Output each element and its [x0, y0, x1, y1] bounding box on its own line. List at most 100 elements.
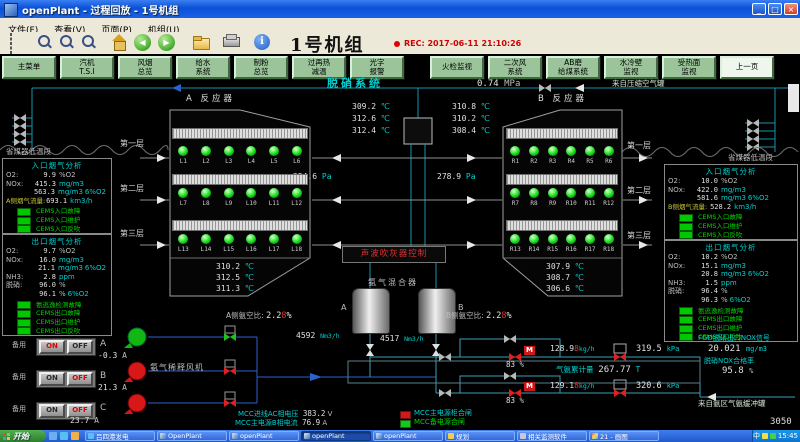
page-number: 3050: [770, 418, 792, 428]
line2-flow: 129.18: [550, 381, 579, 390]
mixer-tank-a: [352, 288, 390, 334]
layer-lamp-indicator: [548, 146, 558, 156]
mixer-flow-b: 4517: [380, 334, 399, 343]
sootblower-control-button[interactable]: 声波吹灰器控制: [342, 246, 446, 263]
layer-lamp-indicator: [246, 188, 256, 198]
layer-labels-right: 第一层第二层第三层: [627, 142, 651, 277]
motor-valve-b-icon[interactable]: M: [524, 382, 535, 391]
fan-b-onoff[interactable]: ONOFF: [36, 370, 96, 388]
layer-lamp-indicator: [292, 234, 302, 244]
taskbar-task[interactable]: 吕四港发电: [85, 431, 155, 441]
start-button[interactable]: 开始: [0, 430, 46, 442]
cems-status: CEMS出口反吹: [3, 327, 111, 336]
catalyst-layer: [172, 128, 308, 139]
task-icon: [88, 433, 94, 439]
quick-launch-ie-icon[interactable]: [60, 432, 68, 440]
layer-lamp-indicator: [201, 146, 211, 156]
cems-a-outlet-panel: 出口烟气分析 O2:9.7%O2 NOx:16.0mg/m3 21.1mg/m3…: [2, 234, 112, 336]
taskbar-task[interactable]: 21 - 画图: [589, 431, 659, 441]
layer-lamp-indicator: [510, 234, 520, 244]
catalyst-layer: [506, 174, 618, 185]
catalyst-layer: [506, 220, 618, 231]
layer-lamp-indicator: [566, 146, 576, 156]
layer-lamp-indicator: [292, 146, 302, 156]
layer-lamp-indicator: [529, 146, 539, 156]
reactor-b-inlet-temps: 310.8 ℃310.2 ℃308.4 ℃: [452, 103, 490, 139]
taskbar-task[interactable]: openPlant: [229, 431, 299, 441]
taskbar-task[interactable]: OpenPlant: [157, 431, 227, 441]
cems-status: CEMS入口反吹: [3, 225, 111, 234]
cems-status: CEMS出口维护: [665, 324, 797, 333]
catalyst-layer: [506, 128, 618, 139]
fan-b-id: B: [100, 372, 106, 382]
fgd-rate-label: 脱硝NOX合格率: [704, 358, 754, 366]
lamp-row-b1: R1R2R3R4R5R6: [506, 146, 618, 165]
mcc-backup-status-square: [400, 420, 411, 428]
taskbar-task[interactable]: 规划: [445, 431, 515, 441]
system-tray: 中 15:45: [752, 430, 800, 442]
mixer-flow-a: 4592: [296, 331, 315, 340]
task-icon: [448, 433, 454, 439]
layer-lamp-indicator: [269, 188, 279, 198]
fan-a-current: -0.3: [98, 351, 117, 360]
layer-lamp-indicator: [585, 146, 595, 156]
layer-lamp-indicator: [548, 188, 558, 198]
reactor-a-outlet-temps: 310.2 ℃312.5 ℃311.3 ℃: [216, 263, 254, 296]
taskbar-task[interactable]: 相关监测软件: [517, 431, 587, 441]
quick-launch-desktop-icon[interactable]: [49, 432, 57, 440]
layer-lamp-indicator: [566, 188, 576, 198]
quick-launch-folder-icon[interactable]: [71, 432, 79, 440]
valve-b-position: 83: [506, 396, 515, 405]
layer-lamp-indicator: [269, 146, 279, 156]
line1-pressure: 319.5: [636, 344, 662, 354]
layer-lamp-indicator: [604, 188, 614, 198]
lamp-row-b2: R7R8R9R10R11R12: [506, 188, 618, 207]
process-title: 脱硝系统: [327, 78, 383, 90]
windows-flag-icon: [3, 433, 10, 440]
layer-lamp-indicator: [201, 188, 211, 198]
tray-icon[interactable]: [762, 433, 768, 439]
layer-lamp-indicator: [604, 146, 614, 156]
mixer-label: 氨气混合器: [368, 279, 418, 288]
mcc-row1-label: MCC进线AC相电压: [238, 410, 298, 418]
air-source-label: 来自压缩空气罐: [612, 80, 665, 88]
catalyst-layer: [172, 174, 308, 185]
openplant-window: openPlant - 过程回放 - 1号机组 _ □ × 文件(F)查看(V)…: [0, 0, 800, 442]
cems-status: CEMS入口维护: [3, 216, 111, 225]
air-pressure-value: 0.74: [477, 79, 499, 89]
fgd-signal-value: 20.021: [708, 344, 741, 354]
cems-status: CEMS出口故障: [3, 309, 111, 318]
mcc-legend2: MCC备电源合闸: [414, 419, 465, 427]
taskbar-task[interactable]: openPlant: [301, 431, 371, 441]
cems-b-outlet-panel: 出口烟气分析 O2:10.2%O2 NOx:15.1mg/m3 20.8mg/m…: [664, 240, 798, 342]
layer-lamp-indicator: [178, 234, 188, 244]
cems-status: CEMS出口维护: [3, 318, 111, 327]
layer-lamp-indicator: [201, 234, 211, 244]
cems-b-inlet-panel: 入口烟气分析 O2:10.0%O2 NOx:422.0mg/m3 581.6mg…: [664, 164, 798, 240]
catalyst-layer: [172, 220, 308, 231]
fgd-rate-value: 95.8: [722, 366, 744, 376]
fgd-signal-label: FGD脱硝出口NOX信号: [698, 335, 770, 343]
standby-label: 备用: [12, 406, 26, 414]
fan-c-id: C: [100, 404, 106, 414]
taskbar-task[interactable]: openPlant: [373, 431, 443, 441]
tray-icon[interactable]: [770, 433, 776, 439]
tank-a-label: A: [341, 304, 346, 313]
reactor-b-outlet-temps: 307.9 ℃308.7 ℃306.6 ℃: [546, 263, 584, 296]
input-language-indicator[interactable]: 中: [753, 431, 760, 441]
line2-pressure: 320.6: [636, 381, 662, 391]
layer-lamp-indicator: [585, 188, 595, 198]
layer-lamp-indicator: [224, 234, 234, 244]
cems-a-inlet-panel: 入口烟气分析 O2:9.9%O2 NOx:415.3mg/m3 563.3mg/…: [2, 158, 112, 234]
motor-valve-a-icon[interactable]: M: [524, 346, 535, 355]
task-icon: [160, 433, 166, 439]
ratio-b-value: 2.28%: [486, 311, 512, 321]
ammonia-source-label: 来自氨区气氨缓冲罐: [698, 400, 766, 408]
task-icon: [520, 433, 526, 439]
lamp-row-a3: L13L14L15L16L17L18: [172, 234, 308, 253]
reactor-a-inlet-temps: 309.2 ℃312.6 ℃312.4 ℃: [352, 103, 390, 139]
fan-c-current: 23.7: [70, 416, 89, 425]
fan-a-onoff[interactable]: ONOFF: [36, 338, 96, 356]
line1-flow: 128.98: [550, 344, 579, 353]
task-icon: [376, 433, 382, 439]
